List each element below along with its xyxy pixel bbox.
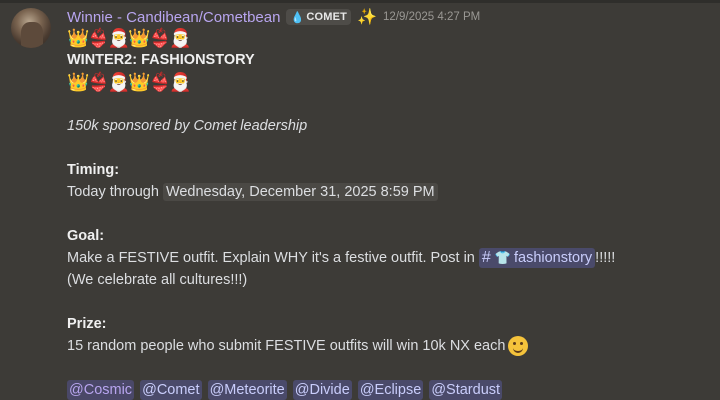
sponsor-line: 150k sponsored by Comet leadership — [67, 118, 308, 134]
mention-meteorite[interactable]: @Meteorite — [207, 380, 287, 400]
goal-heading: Goal: — [67, 228, 105, 244]
top-divider — [0, 0, 720, 3]
message-header: Winnie - Candibean/Cometbean 💧 COMET ✨ 1… — [67, 7, 480, 27]
mention-eclipse[interactable]: @Eclipse — [357, 380, 424, 400]
timing-heading: Timing: — [67, 162, 120, 178]
goal-text: Make a FESTIVE outfit. Explain WHY it's … — [67, 250, 479, 266]
droplet-icon: 💧 — [290, 11, 305, 24]
slight-smile-emoji-icon — [508, 336, 529, 357]
mention-divide[interactable]: @Divide — [292, 380, 352, 400]
mention-cosmic[interactable]: @Cosmic — [67, 380, 135, 400]
message-timestamp[interactable]: 12/9/2025 4:27 PM — [383, 11, 480, 23]
author-username[interactable]: Winnie - Candibean/Cometbean — [67, 9, 280, 26]
prize-line: 15 random people who submit FESTIVE outf… — [67, 335, 707, 357]
mentions-line: @Cosmic @Comet @Meteorite @Divide @Eclip… — [67, 379, 707, 400]
mention-stardust[interactable]: @Stardust — [429, 380, 503, 400]
mention-comet[interactable]: @Comet — [140, 380, 202, 400]
hash-icon: # — [481, 249, 491, 267]
goal-suffix: !!!!! — [595, 250, 616, 266]
message-content: 👑👙🎅👑👙🎅 WINTER2: FASHIONSTORY 👑👙🎅👑👙🎅 150k… — [67, 27, 707, 400]
prize-heading: Prize: — [67, 316, 107, 332]
role-tag-label: COMET — [306, 11, 348, 23]
emoji-line-top: 👑👙🎅👑👙🎅 — [67, 28, 191, 48]
sparkle-badge-icon[interactable]: ✨ — [357, 7, 377, 27]
shirt-icon: 👕 — [494, 250, 511, 266]
prize-text: 15 random people who submit FESTIVE outf… — [67, 338, 506, 354]
timing-prefix: Today through — [67, 184, 163, 200]
user-avatar[interactable] — [11, 8, 51, 48]
channel-name: fashionstory — [513, 250, 593, 267]
channel-link-fashionstory[interactable]: # 👕 fashionstory — [478, 248, 596, 269]
role-tag[interactable]: 💧 COMET — [286, 9, 352, 25]
goal-line: Make a FESTIVE outfit. Explain WHY it's … — [67, 247, 707, 269]
emoji-line-bottom: 👑👙🎅👑👙🎅 — [67, 72, 191, 92]
timing-date-chip[interactable]: Wednesday, December 31, 2025 8:59 PM — [162, 183, 438, 201]
avatar-figure — [21, 22, 43, 48]
timing-line: Today through Wednesday, December 31, 20… — [67, 181, 707, 203]
goal-note: (We celebrate all cultures!!!) — [67, 272, 248, 288]
event-title: WINTER2: FASHIONSTORY — [67, 52, 255, 68]
